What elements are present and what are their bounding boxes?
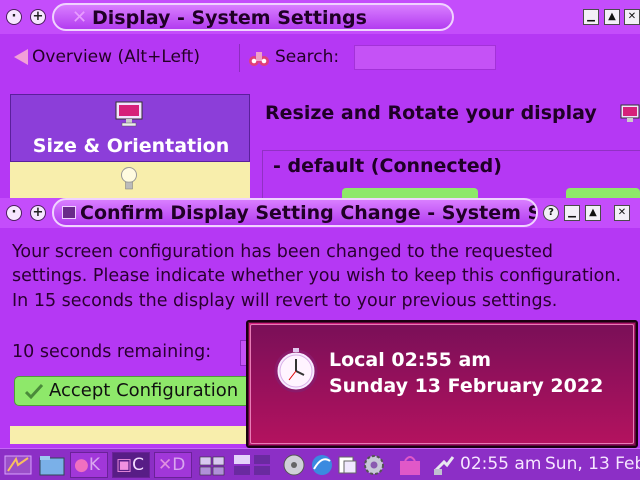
window-title: Display - System Settings <box>92 7 367 29</box>
task-button-1[interactable]: ●K <box>70 452 108 478</box>
search-label: Search: <box>275 47 340 67</box>
dialog-titlebar[interactable]: · + Confirm Display Setting Change - Sys… <box>0 198 640 228</box>
help-button[interactable]: ? <box>543 205 559 221</box>
pager-icon[interactable] <box>198 453 226 477</box>
task-button-2[interactable]: ▣C <box>112 452 150 478</box>
monitor-icon <box>62 206 76 219</box>
clock-popup-inner: Local 02:55 am Sunday 13 February 2022 <box>250 324 634 444</box>
clock-popup: Local 02:55 am Sunday 13 February 2022 <box>246 320 638 448</box>
maximize-button[interactable]: ▲ <box>604 9 620 25</box>
minimize-button[interactable]: ▁ <box>564 205 580 221</box>
files-icon[interactable] <box>336 453 360 477</box>
dialog-title: Confirm Display Setting Change - System … <box>80 202 536 224</box>
close-x-icon: ✕ <box>72 7 88 28</box>
title-pill: ✕ Display - System Settings <box>52 3 454 31</box>
task-button-3[interactable]: ✕D <box>154 452 192 478</box>
clock-icon <box>274 348 318 393</box>
toolbar: Overview (Alt+Left) Search: <box>0 36 640 82</box>
menu-icon[interactable]: · <box>6 205 22 221</box>
clock-date: Sunday 13 February 2022 <box>329 375 604 397</box>
toolbar-separator <box>239 44 240 72</box>
output-title[interactable]: - default (Connected) <box>273 155 502 177</box>
category-size-orientation[interactable]: Size & Orientation <box>10 94 250 162</box>
close-button[interactable]: ✕ <box>614 205 630 221</box>
dialog-title-pill: Confirm Display Setting Change - System … <box>52 198 538 227</box>
gear-icon[interactable] <box>362 453 386 477</box>
package-icon[interactable] <box>396 453 424 477</box>
sticky-icon[interactable]: + <box>30 9 46 25</box>
arrow-left-icon <box>14 49 28 65</box>
category-label: Size & Orientation <box>32 135 230 157</box>
maximize-button[interactable]: ▲ <box>585 205 601 221</box>
clock-local-time: Local 02:55 am <box>329 349 492 371</box>
browser-icon[interactable] <box>310 453 334 477</box>
app-menu-icon[interactable] <box>4 453 32 477</box>
network-icon[interactable] <box>432 453 456 477</box>
accept-label: Accept Configuration <box>49 380 239 401</box>
check-icon <box>25 383 43 399</box>
menu-icon[interactable]: · <box>6 9 22 25</box>
sticky-icon[interactable]: + <box>30 205 46 221</box>
window-titlebar[interactable]: · + ✕ Display - System Settings ▁ ▲ ✕ <box>0 0 640 34</box>
close-button[interactable]: ✕ <box>624 9 640 25</box>
minimize-button[interactable]: ▁ <box>583 9 599 25</box>
tray-date[interactable]: Sun, 13 Feb <box>545 454 640 474</box>
monitor-icon <box>115 101 143 127</box>
folder-icon[interactable] <box>38 453 66 477</box>
dialog-panel-bottom <box>10 426 250 444</box>
dialog-message: Your screen configuration has been chang… <box>12 242 622 311</box>
monitor-icon <box>620 104 640 122</box>
accept-configuration-button[interactable]: Accept Configuration <box>14 376 254 406</box>
taskbar: ●K ▣C ✕D 02:55 am Sun, 13 Feb <box>0 448 640 480</box>
search-icon <box>249 52 269 66</box>
bulb-icon <box>121 167 137 190</box>
category-power[interactable] <box>10 162 250 202</box>
search-input[interactable] <box>354 45 496 70</box>
overview-button[interactable]: Overview (Alt+Left) <box>14 47 200 67</box>
tray-clock[interactable]: 02:55 am <box>460 454 541 474</box>
content-header: Resize and Rotate your display <box>265 102 597 124</box>
disc-icon[interactable] <box>282 453 306 477</box>
countdown-label: 10 seconds remaining: <box>12 342 212 362</box>
desktop-pager-icon[interactable] <box>232 453 272 477</box>
overview-label: Overview (Alt+Left) <box>32 47 200 67</box>
